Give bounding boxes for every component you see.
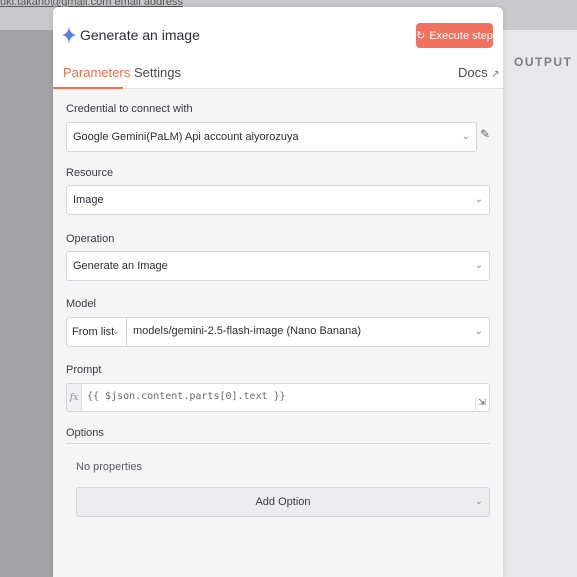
chevron-down-icon: ⌄ — [474, 194, 483, 205]
execute-step-label: Execute step — [429, 29, 493, 42]
model-label: Model — [66, 298, 96, 310]
node-title: Generate an image — [80, 27, 200, 43]
chevron-down-icon: ⌄ — [474, 496, 483, 507]
prompt-label: Prompt — [66, 364, 102, 376]
no-properties-text: No properties — [76, 461, 143, 473]
model-value[interactable]: models/gemini-2.5-flash-image (Nano Bana… — [133, 325, 361, 337]
external-link-icon: ↗ — [491, 69, 500, 80]
expand-icon[interactable]: ⇲ — [475, 397, 488, 410]
prompt-expression: {{ $json.content.parts[0].text }} — [87, 391, 286, 402]
docs-link[interactable]: Docs ↗ — [458, 65, 500, 80]
credential-select[interactable]: Google Gemini(PaLM) Api account aiyorozu… — [66, 122, 477, 152]
spinner-icon: ↻ — [416, 30, 426, 42]
node-parameters-panel: Generate an image ↻ Execute step Paramet… — [53, 7, 503, 577]
output-pane — [503, 30, 577, 577]
model-mode-value: From list — [72, 326, 115, 338]
operation-select[interactable]: Generate an Image ⌄ — [66, 251, 490, 281]
chevron-down-icon: ⌄ — [111, 326, 120, 337]
docs-label: Docs — [458, 65, 488, 80]
model-mode-select[interactable]: From list ⌄ — [67, 318, 127, 346]
gemini-star-icon — [62, 26, 76, 44]
fx-icon: fx — [67, 384, 82, 411]
output-label: OUTPUT — [514, 55, 573, 69]
resource-select[interactable]: Image ⌄ — [66, 185, 490, 215]
active-tab-indicator — [53, 87, 123, 89]
resource-label: Resource — [66, 167, 114, 179]
tab-parameters[interactable]: Parameters — [63, 65, 130, 80]
add-option-label: Add Option — [255, 496, 311, 508]
model-field: From list ⌄ models/gemini-2.5-flash-imag… — [66, 317, 490, 347]
chevron-down-icon: ⌄ — [474, 260, 483, 271]
panel-header: Generate an image ↻ Execute step Paramet… — [53, 7, 503, 89]
pencil-icon[interactable]: ✎ — [480, 127, 490, 141]
add-option-button[interactable]: Add Option ⌄ — [76, 487, 490, 517]
resource-value: Image — [73, 194, 104, 206]
prompt-input[interactable]: fx {{ $json.content.parts[0].text }} ⇲ — [66, 383, 490, 412]
operation-label: Operation — [66, 233, 115, 245]
options-title: Options — [66, 427, 104, 439]
operation-value: Generate an Image — [73, 260, 168, 272]
options-divider — [66, 443, 490, 444]
chevron-down-icon: ⌄ — [474, 326, 483, 337]
credential-label: Credential to connect with — [66, 103, 193, 115]
chevron-down-icon: ⌄ — [461, 131, 470, 142]
tab-settings[interactable]: Settings — [134, 65, 181, 80]
canvas-left-overlay — [0, 30, 53, 577]
execute-step-button[interactable]: ↻ Execute step — [416, 23, 493, 48]
credential-value: Google Gemini(PaLM) Api account aiyorozu… — [73, 131, 299, 143]
